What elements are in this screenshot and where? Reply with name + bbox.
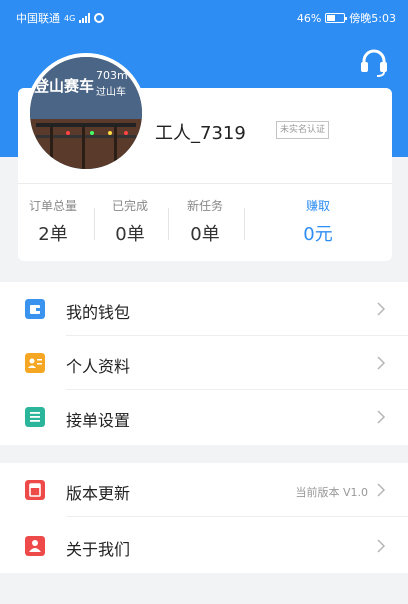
stat-label: 订单总量 [28, 199, 77, 213]
stat-label: 已完成 [111, 199, 148, 213]
menu-item-about[interactable]: 关于我们 [0, 519, 408, 573]
about-icon [25, 536, 45, 556]
carrier-name: 中国联通 [16, 12, 60, 25]
stat-label: 新任务 [186, 199, 223, 213]
stat-divider [168, 208, 169, 240]
chevron-right-icon [377, 539, 386, 553]
profile-card-icon [25, 353, 45, 373]
battery-percent: 46% [296, 11, 322, 25]
headset-icon[interactable] [357, 45, 391, 79]
menu-group-main: 我的钱包 个人资料 接单设置 [0, 282, 408, 445]
card-divider [18, 183, 392, 184]
verify-badge[interactable]: 未实名认证 [276, 121, 330, 139]
stat-divider [94, 208, 95, 240]
menu-item-label: 我的钱包 [66, 303, 131, 322]
menu-item-wallet[interactable]: 我的钱包 [0, 282, 408, 336]
avatar-text-2: 703m [96, 69, 128, 82]
chevron-right-icon [377, 410, 386, 424]
stat-value: 0单 [115, 224, 145, 245]
clock: 傍晚5:03 [349, 12, 396, 25]
menu-separator [66, 516, 408, 517]
stat-value: 0元 [303, 224, 333, 245]
status-left: 中国联通 4G [16, 10, 105, 26]
avatar-text-3: 过山车 [96, 85, 126, 98]
battery-fill [327, 15, 335, 21]
chevron-right-icon [377, 356, 386, 370]
stat-label: 赚取 [305, 199, 330, 213]
stat-total-orders[interactable]: 订单总量 2单 [25, 197, 81, 246]
stat-new-tasks[interactable]: 新任务 0单 [180, 197, 230, 246]
network-type: 4G [64, 13, 76, 23]
menu-item-order-settings[interactable]: 接单设置 [0, 390, 408, 444]
menu-item-version-update[interactable]: 版本更新 当前版本 V1.0 [0, 463, 408, 517]
status-right: 46% 傍晚5:03 [297, 10, 396, 26]
menu-item-profile[interactable]: 个人资料 [0, 336, 408, 390]
stat-earnings[interactable]: 赚取 0元 [290, 197, 346, 246]
avatar-text-1: 登山赛车 [33, 77, 94, 95]
stat-divider [244, 208, 245, 240]
battery-icon [325, 13, 348, 23]
wifi-icon [94, 13, 105, 23]
menu-item-label: 接单设置 [66, 411, 131, 430]
menu-item-label: 个人资料 [66, 357, 131, 376]
wallet-icon [25, 299, 45, 319]
signal-icon [79, 13, 91, 23]
status-bar: 中国联通 4G 46% 傍晚5:03 [0, 0, 408, 40]
update-icon [25, 480, 45, 500]
avatar[interactable]: 登山赛车 703m 过山车 [26, 53, 146, 173]
chevron-right-icon [377, 483, 386, 497]
stat-value: 2单 [38, 224, 68, 245]
menu-group-app: 版本更新 当前版本 V1.0 关于我们 [0, 463, 408, 573]
current-version: 当前版本 V1.0 [295, 486, 368, 499]
username: 工人_7319 [155, 123, 246, 144]
menu-item-label: 版本更新 [66, 484, 131, 503]
chevron-right-icon [377, 302, 386, 316]
menu-item-label: 关于我们 [66, 540, 131, 559]
stat-completed[interactable]: 已完成 0单 [105, 197, 155, 246]
stat-value: 0单 [190, 224, 220, 245]
list-settings-icon [25, 407, 45, 427]
avatar-image: 登山赛车 703m 过山车 [30, 57, 142, 169]
